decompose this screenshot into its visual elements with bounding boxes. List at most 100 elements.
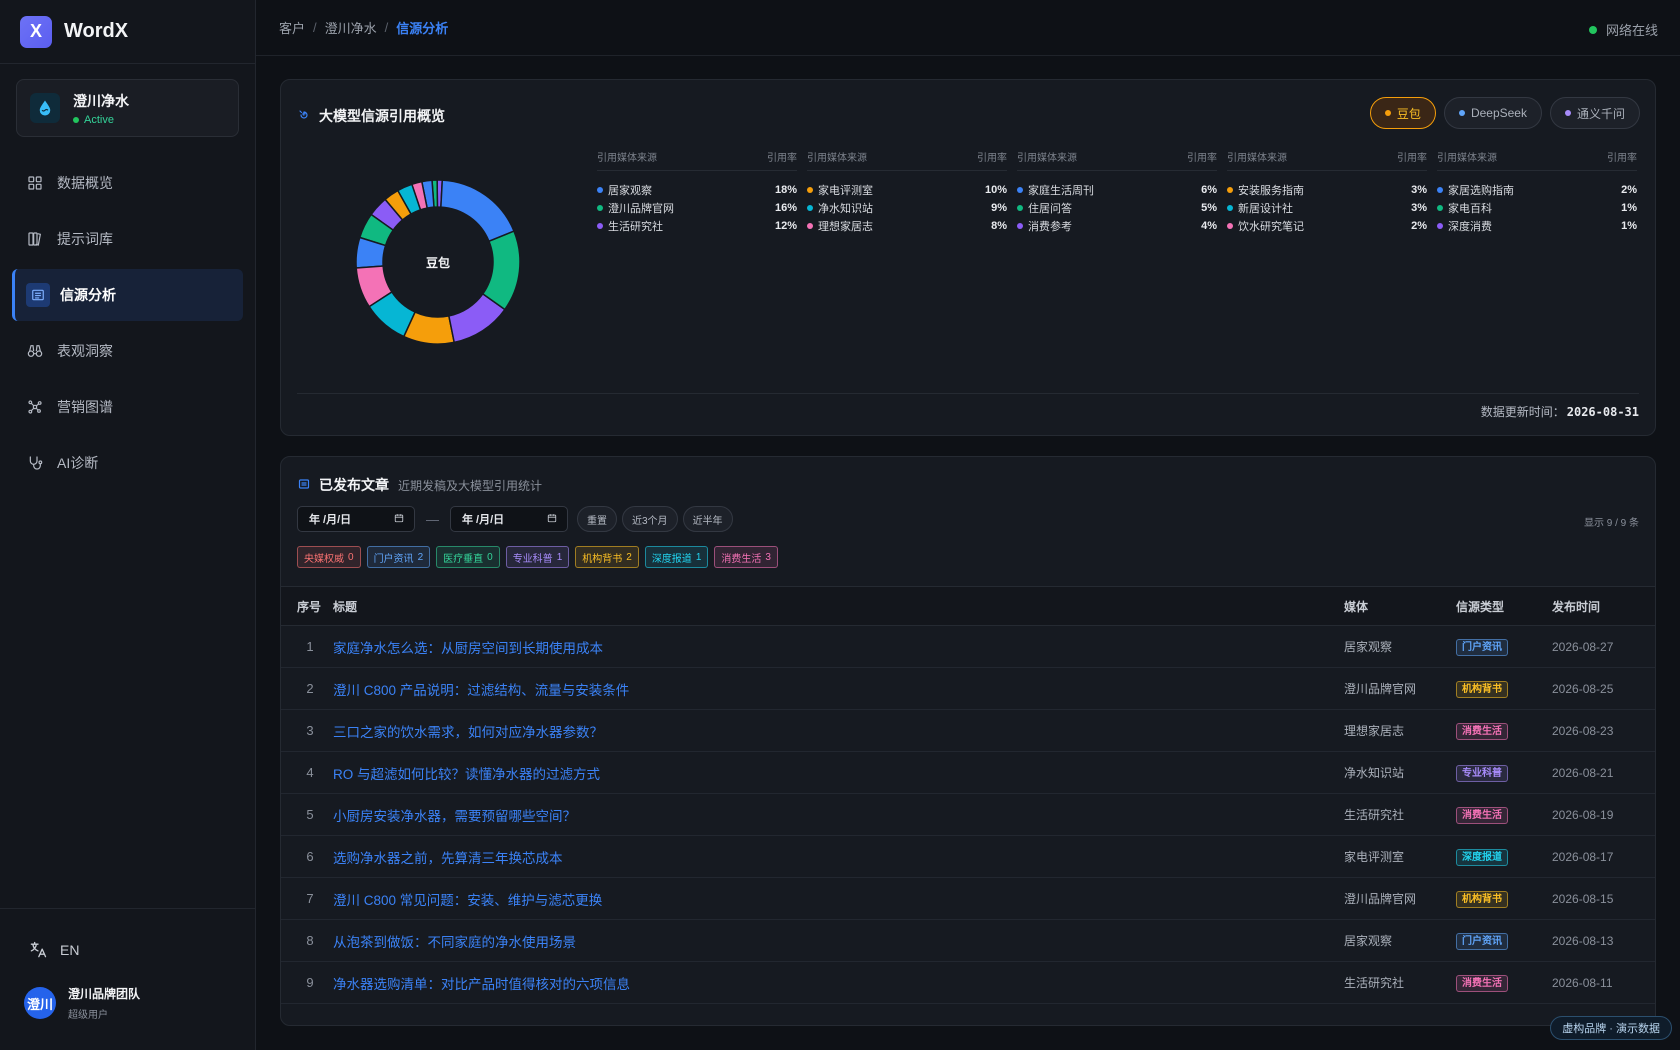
client-status: Active — [73, 114, 129, 126]
legend-header-source: 引用媒体来源 — [1437, 153, 1497, 164]
article-title-link[interactable]: 澄川 C800 常见问题：安装、维护与滤芯更换 — [333, 889, 1344, 909]
article-title-link[interactable]: 家庭净水怎么选：从厨房空间到长期使用成本 — [333, 637, 1344, 657]
source-type-tag[interactable]: 机构背书 2 — [575, 546, 639, 568]
legend-item[interactable]: 住居问答 5% — [1017, 199, 1217, 217]
legend-value: 3% — [1411, 202, 1427, 214]
legend-item-name: 新居设计社 — [1227, 200, 1293, 216]
tag-label: 机构背书 — [582, 553, 623, 565]
article-media: 净水知识站 — [1344, 766, 1405, 780]
updated-value: 2026-08-31 — [1566, 405, 1639, 419]
sidebar-item-0[interactable]: 数据概览 — [12, 157, 243, 209]
model-pill-2[interactable]: 通义千问 — [1549, 97, 1640, 129]
sidebar-item-2[interactable]: 信源分析 — [12, 269, 243, 321]
source-type-tag[interactable]: 医疗垂直 0 — [436, 546, 500, 568]
article-title-link[interactable]: 澄川 C800 产品说明：过滤结构、流量与安装条件 — [333, 679, 1344, 699]
source-type-tag[interactable]: 消费生活 3 — [714, 546, 778, 568]
legend-header-rate: 引用率 — [977, 153, 1007, 164]
legend-item[interactable]: 居家观察 18% — [597, 181, 797, 199]
breadcrumb: 客户 / 澄川净水 / 信源分析 — [279, 18, 448, 37]
table-row: 3 三口之家的饮水需求，如何对应净水器参数？ 理想家居志 消费生活 2026-08-23 — [281, 710, 1655, 752]
donut-slice-0[interactable] — [440, 179, 515, 243]
article-title-link[interactable]: 三口之家的饮水需求，如何对应净水器参数？ — [333, 721, 1344, 741]
legend-header-rate: 引用率 — [1607, 153, 1637, 164]
last-3-months-button[interactable]: 近3个月 — [622, 506, 678, 532]
legend-item[interactable]: 饮水研究笔记 2% — [1227, 217, 1427, 235]
legend-header-source: 引用媒体来源 — [1017, 153, 1077, 164]
article-date: 2026-08-25 — [1552, 681, 1614, 696]
legend-header: 引用媒体来源 引用率 — [1437, 148, 1637, 171]
sidebar-footer: EN 澄川 澄川品牌团队 超级用户 — [0, 908, 256, 1050]
legend-label: 生活研究社 — [608, 221, 663, 233]
article-title-link[interactable]: 净水器选购清单：对比产品时值得核对的六项信息 — [333, 973, 1344, 993]
legend-label: 居家观察 — [608, 185, 652, 197]
legend-item[interactable]: 净水知识站 9% — [807, 199, 1007, 217]
legend-dot — [1017, 187, 1023, 193]
legend-dot — [1227, 205, 1233, 211]
model-pill-label: 豆包 — [1396, 106, 1421, 121]
articles-table: 序号 标题 媒体 信源类型 发布时间 1 家庭净水怎么选：从厨房空间到长期使用成本… — [281, 586, 1655, 1004]
source-type-badge: 机构背书 — [1456, 680, 1508, 698]
legend-item[interactable]: 家庭生活周刊 6% — [1017, 181, 1217, 199]
breadcrumb-client[interactable]: 客户 — [279, 18, 305, 37]
source-type-tag[interactable]: 专业科普 1 — [505, 546, 570, 568]
table-row: 8 从泡茶到做饭：不同家庭的净水使用场景 居家观察 门户资讯 2026-08-13 — [281, 920, 1655, 962]
sidebar-item-4[interactable]: 营销图谱 — [12, 381, 243, 433]
source-type-tag[interactable]: 央媒权威 0 — [297, 546, 361, 568]
model-pill-0[interactable]: 豆包 — [1369, 97, 1436, 129]
language-toggle[interactable]: EN — [0, 925, 256, 975]
source-type-tag[interactable]: 深度报道 1 — [644, 546, 709, 568]
row-index: 2 — [306, 681, 314, 696]
legend-item[interactable]: 理想家居志 8% — [807, 217, 1007, 235]
source-type-badge: 消费生活 — [1456, 722, 1508, 740]
tag-count: 2 — [626, 551, 632, 563]
model-pill-label: 通义千问 — [1576, 106, 1625, 121]
legend-item[interactable]: 家电百科 1% — [1437, 199, 1637, 217]
legend-item[interactable]: 深度消费 1% — [1437, 217, 1637, 235]
reset-button[interactable]: 重置 — [577, 506, 617, 532]
user-profile[interactable]: 澄川 澄川品牌团队 超级用户 — [0, 985, 256, 1021]
legend-item-name: 生活研究社 — [597, 218, 663, 234]
table-row: 1 家庭净水怎么选：从厨房空间到长期使用成本 居家观察 门户资讯 2026-08-27 — [281, 626, 1655, 668]
article-title-link[interactable]: 小厨房安装净水器，需要预留哪些空间？ — [333, 805, 1344, 825]
model-pill-1[interactable]: DeepSeek — [1443, 97, 1542, 129]
tag-label: 央媒权威 — [304, 553, 344, 565]
article-title-link[interactable]: 选购净水器之前，先算清三年换芯成本 — [333, 847, 1344, 867]
calendar-icon[interactable] — [547, 513, 557, 526]
sidebar-item-1[interactable]: 提示词库 — [12, 213, 243, 265]
donut-slice-1[interactable] — [481, 230, 521, 311]
date-to-input[interactable]: 年 /月/日 — [450, 506, 568, 532]
date-from-input[interactable]: 年 /月/日 — [297, 506, 415, 532]
brand[interactable]: X WordX — [0, 0, 255, 64]
sidebar-item-label: 信源分析 — [60, 287, 116, 303]
legend-item[interactable]: 家电评测室 10% — [807, 181, 1007, 199]
tag-label: 医疗垂直 — [443, 553, 484, 565]
column-idx: 序号 — [297, 599, 322, 614]
article-title-link[interactable]: RO 与超滤如何比较？读懂净水器的过滤方式 — [333, 763, 1344, 783]
legend-item-name: 家庭生活周刊 — [1017, 182, 1094, 198]
legend-value: 3% — [1411, 184, 1427, 196]
calendar-icon[interactable] — [394, 513, 404, 526]
source-type-badge: 深度报道 — [1456, 848, 1508, 866]
legend-item[interactable]: 家居选购指南 2% — [1437, 181, 1637, 199]
source-type-tag[interactable]: 门户资讯 2 — [366, 546, 431, 568]
legend-item[interactable]: 安装服务指南 3% — [1227, 181, 1427, 199]
legend-item[interactable]: 生活研究社 12% — [597, 217, 797, 235]
articles-title: 已发布文章 — [319, 477, 389, 493]
model-dot — [1458, 110, 1465, 116]
row-index: 9 — [306, 975, 314, 990]
legend-item[interactable]: 新居设计社 3% — [1227, 199, 1427, 217]
legend-item[interactable]: 澄川品牌官网 16% — [597, 199, 797, 217]
legend-column: 引用媒体来源 引用率家居选购指南 2% 家电百科 1% 深度消费 1% — [1437, 148, 1637, 235]
legend-item-name: 住居问答 — [1017, 200, 1072, 216]
legend-item[interactable]: 消费参考 4% — [1017, 217, 1217, 235]
legend-item-name: 居家观察 — [597, 182, 652, 198]
last-half-year-button[interactable]: 近半年 — [682, 506, 733, 532]
article-title-link[interactable]: 从泡茶到做饭：不同家庭的净水使用场景 — [333, 931, 1344, 951]
topbar: 客户 / 澄川净水 / 信源分析 网络在线 — [256, 0, 1680, 56]
breadcrumb-brand[interactable]: 澄川净水 — [325, 18, 377, 37]
tag-label: 门户资讯 — [373, 553, 414, 565]
legend-dot — [1017, 223, 1023, 229]
sidebar-item-5[interactable]: AI诊断 — [12, 437, 243, 489]
sidebar-item-3[interactable]: 表观洞察 — [12, 325, 243, 377]
client-switcher[interactable]: 澄川净水 Active — [16, 79, 239, 137]
